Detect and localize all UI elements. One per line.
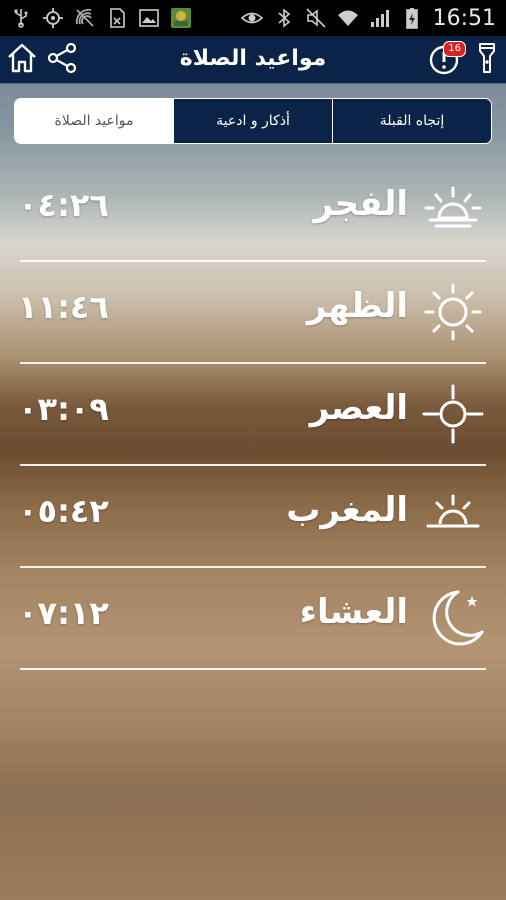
prayer-row-fajr: الفجر ٠٤:٢٦: [0, 160, 506, 262]
share-button[interactable]: [42, 40, 82, 80]
sim-icon: [106, 7, 128, 29]
usb-icon: [10, 7, 32, 29]
prayer-row-maghrib: المغرب ٠٥:٤٢: [0, 466, 506, 568]
divider: [20, 668, 486, 670]
sun-horizon-icon: [418, 384, 488, 444]
bluetooth-icon: [273, 7, 295, 29]
prayer-time: ٠٤:٢٦: [18, 186, 109, 224]
prayer-list: الفجر ٠٤:٢٦ الظهر ١١:٤٦ العصر ٠٣:٠٩ المغ…: [0, 160, 506, 670]
mute-icon: [305, 7, 327, 29]
prayer-name: العشاء: [299, 592, 408, 632]
flashlight-button[interactable]: [470, 40, 504, 80]
status-bar-left: [10, 7, 192, 29]
no-signal-icon: [74, 7, 96, 29]
tab-qibla[interactable]: إتجاه القبلة: [332, 99, 491, 143]
sunset-icon: [418, 486, 488, 546]
gps-icon: [42, 7, 64, 29]
image-icon: [138, 7, 160, 29]
tab-prayer-times[interactable]: مواعيد الصلاة: [15, 99, 173, 143]
prayer-row-isha: العشاء ٠٧:١٢: [0, 568, 506, 670]
wifi-icon: [337, 7, 359, 29]
status-bar: 16:51: [0, 0, 506, 36]
prayer-time: ٠٧:١٢: [18, 594, 109, 632]
home-icon: [5, 41, 39, 79]
share-icon: [45, 41, 79, 79]
flashlight-icon: [470, 41, 504, 79]
sun-icon: [418, 282, 488, 342]
signal-icon: [369, 7, 391, 29]
prayer-row-dhuhr: الظهر ١١:٤٦: [0, 262, 506, 364]
prayer-name: الظهر: [306, 286, 408, 326]
home-button[interactable]: [2, 40, 42, 80]
prayer-row-asr: العصر ٠٣:٠٩: [0, 364, 506, 466]
prayer-name: العصر: [309, 388, 408, 428]
status-time: 16:51: [432, 5, 496, 31]
notification-badge: 16: [443, 41, 466, 57]
sunrise-icon: [418, 180, 488, 240]
moon-star-icon: [418, 588, 488, 648]
tab-bar: مواعيد الصلاة أذكار و ادعية إتجاه القبلة: [14, 98, 492, 144]
prayer-time: ١١:٤٦: [18, 288, 109, 326]
app-icon: [170, 7, 192, 29]
prayer-name: المغرب: [286, 490, 408, 530]
prayer-time: ٠٥:٤٢: [18, 492, 109, 530]
status-bar-right: 16:51: [240, 5, 496, 31]
app-bar: مواعيد الصلاة 16: [0, 36, 506, 84]
eye-icon: [240, 7, 263, 29]
notifications-button[interactable]: 16: [424, 40, 466, 80]
battery-charging-icon: [401, 7, 423, 29]
prayer-name: الفجر: [313, 184, 408, 224]
tab-adhkar[interactable]: أذكار و ادعية: [173, 99, 332, 143]
prayer-time: ٠٣:٠٩: [18, 390, 109, 428]
